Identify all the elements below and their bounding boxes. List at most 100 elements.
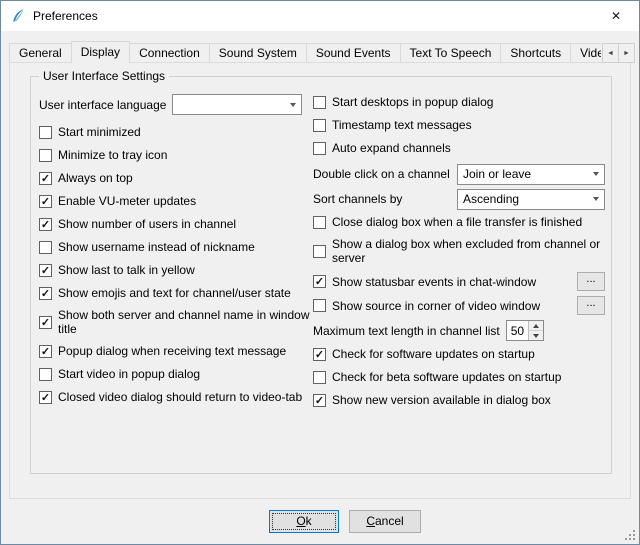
checkbox-always-on-top[interactable]: ✓ Always on top <box>39 170 311 186</box>
checkbox-icon <box>313 245 326 258</box>
checkbox-vu-meter-updates[interactable]: ✓ Enable VU-meter updates <box>39 193 311 209</box>
tab-shortcuts[interactable]: Shortcuts <box>500 43 571 63</box>
spin-down-button[interactable] <box>529 330 543 340</box>
preferences-window: Preferences ✕ GeneralDisplayConnectionSo… <box>0 0 640 545</box>
language-row: User interface language <box>39 94 311 115</box>
tab-scroll-control: ◄ ► <box>602 43 635 63</box>
checkbox-show-emojis[interactable]: ✓ Show emojis and text for channel/user … <box>39 285 311 301</box>
checkbox-label: Show emojis and text for channel/user st… <box>58 286 291 300</box>
ok-button[interactable]: Ok <box>269 510 339 533</box>
video-source-row[interactable]: Show source in corner of video window ..… <box>313 296 605 315</box>
checkbox-start-minimized[interactable]: Start minimized <box>39 124 311 140</box>
tab-sound-events[interactable]: Sound Events <box>306 43 401 63</box>
checkbox-label: Closed video dialog should return to vid… <box>58 390 302 404</box>
window-title: Preferences <box>33 9 98 23</box>
tab-text-to-speech[interactable]: Text To Speech <box>400 43 502 63</box>
video-source-more-button[interactable]: ... <box>577 296 605 315</box>
spin-up-button[interactable] <box>529 321 543 330</box>
checkbox-icon <box>313 119 326 132</box>
checkbox-start-desktops-popup[interactable]: Start desktops in popup dialog <box>313 94 605 110</box>
close-icon[interactable]: ✕ <box>593 1 639 31</box>
tab-connection[interactable]: Connection <box>129 43 210 63</box>
checkbox-popup-text-message[interactable]: ✓ Popup dialog when receiving text messa… <box>39 343 311 359</box>
right-column: Start desktops in popup dialog Timestamp… <box>313 94 605 415</box>
checkbox-show-user-count[interactable]: ✓ Show number of users in channel <box>39 216 311 232</box>
tab-sound-system[interactable]: Sound System <box>209 43 307 63</box>
checkbox-label: Enable VU-meter updates <box>58 194 196 208</box>
checkbox-icon: ✓ <box>39 195 52 208</box>
statusbar-events-more-button[interactable]: ... <box>577 272 605 291</box>
checkbox-icon: ✓ <box>39 172 52 185</box>
checkbox-beta-updates[interactable]: Check for beta software updates on start… <box>313 369 605 385</box>
checkbox-minimize-to-tray[interactable]: Minimize to tray icon <box>39 147 311 163</box>
checkbox-timestamp-messages[interactable]: Timestamp text messages <box>313 117 605 133</box>
checkbox-label: Check for beta software updates on start… <box>332 370 561 384</box>
tab-list: GeneralDisplayConnectionSound SystemSoun… <box>9 41 601 63</box>
checkbox-icon: ✓ <box>39 287 52 300</box>
checkbox-icon: ✓ <box>39 345 52 358</box>
tab-scroll-left-button[interactable]: ◄ <box>602 43 619 63</box>
language-dropdown[interactable] <box>172 94 302 115</box>
max-text-length-spinbox[interactable]: 50 <box>506 320 544 341</box>
checkbox-icon: ✓ <box>313 394 326 407</box>
spinner-buttons <box>528 321 543 340</box>
checkbox-icon <box>39 241 52 254</box>
checkbox-last-talk-yellow[interactable]: ✓ Show last to talk in yellow <box>39 262 311 278</box>
sort-channels-value: Ascending <box>463 192 587 206</box>
checkbox-icon <box>313 142 326 155</box>
checkbox-label: Timestamp text messages <box>332 118 472 132</box>
checkbox-server-channel-title[interactable]: ✓ Show both server and channel name in w… <box>39 308 311 336</box>
sort-channels-label: Sort channels by <box>313 192 402 206</box>
checkbox-label: Start desktops in popup dialog <box>332 95 493 109</box>
tab-scroll-right-button[interactable]: ► <box>618 43 635 63</box>
double-click-label: Double click on a channel <box>313 167 450 181</box>
checkbox-icon <box>313 96 326 109</box>
checkbox-icon: ✓ <box>313 275 326 288</box>
checkbox-video-popup[interactable]: Start video in popup dialog <box>39 366 311 382</box>
chevron-down-icon <box>290 103 296 107</box>
cancel-button[interactable]: Cancel <box>349 510 421 533</box>
max-text-length-value: 50 <box>507 321 528 340</box>
checkbox-close-filetransfer-dialog[interactable]: Close dialog box when a file transfer is… <box>313 214 605 230</box>
statusbar-events-row[interactable]: ✓ Show statusbar events in chat-window .… <box>313 272 605 291</box>
checkbox-icon <box>313 371 326 384</box>
checkbox-new-version-dialog[interactable]: ✓ Show new version available in dialog b… <box>313 392 605 408</box>
resize-grip[interactable] <box>624 529 637 542</box>
checkbox-label: Show a dialog box when excluded from cha… <box>332 237 605 265</box>
titlebar[interactable]: Preferences ✕ <box>1 1 639 31</box>
checkbox-icon <box>313 299 326 312</box>
chevron-down-icon <box>593 172 599 176</box>
checkbox-auto-expand-channels[interactable]: Auto expand channels <box>313 140 605 156</box>
checkbox-video-return-tab[interactable]: ✓ Closed video dialog should return to v… <box>39 389 311 405</box>
checkbox-icon: ✓ <box>39 316 52 329</box>
checkbox-label: Show username instead of nickname <box>58 240 255 254</box>
cancel-button-label: Cancel <box>350 511 420 532</box>
checkbox-excluded-dialog[interactable]: Show a dialog box when excluded from cha… <box>313 237 605 265</box>
checkbox-icon <box>313 216 326 229</box>
group-title: User Interface Settings <box>39 69 169 83</box>
tab-display[interactable]: Display <box>71 41 130 63</box>
checkbox-software-updates[interactable]: ✓ Check for software updates on startup <box>313 346 605 362</box>
checkbox-label: Start video in popup dialog <box>58 367 200 381</box>
chevron-down-icon <box>593 197 599 201</box>
double-click-dropdown[interactable]: Join or leave <box>457 164 605 185</box>
checkbox-label: Auto expand channels <box>332 141 451 155</box>
checkbox-label: Check for software updates on startup <box>332 347 535 361</box>
checkbox-icon: ✓ <box>39 264 52 277</box>
ui-settings-group: User Interface Settings User interface l… <box>30 76 612 474</box>
checkbox-show-username[interactable]: Show username instead of nickname <box>39 239 311 255</box>
checkbox-icon <box>39 149 52 162</box>
checkbox-icon: ✓ <box>39 391 52 404</box>
checkbox-icon: ✓ <box>313 348 326 361</box>
app-icon <box>10 8 26 24</box>
tab-video[interactable]: Video <box>570 43 601 63</box>
tab-strip: GeneralDisplayConnectionSound SystemSoun… <box>9 41 631 63</box>
display-tab-page: User Interface Settings User interface l… <box>9 62 631 499</box>
checkbox-icon <box>39 126 52 139</box>
checkbox-label: Always on top <box>58 171 133 185</box>
sort-channels-dropdown[interactable]: Ascending <box>457 189 605 210</box>
checkbox-label: Show new version available in dialog box <box>332 393 551 407</box>
tab-general[interactable]: General <box>9 43 72 63</box>
double-click-row: Double click on a channel Join or leave <box>313 163 605 185</box>
checkbox-icon: ✓ <box>39 218 52 231</box>
